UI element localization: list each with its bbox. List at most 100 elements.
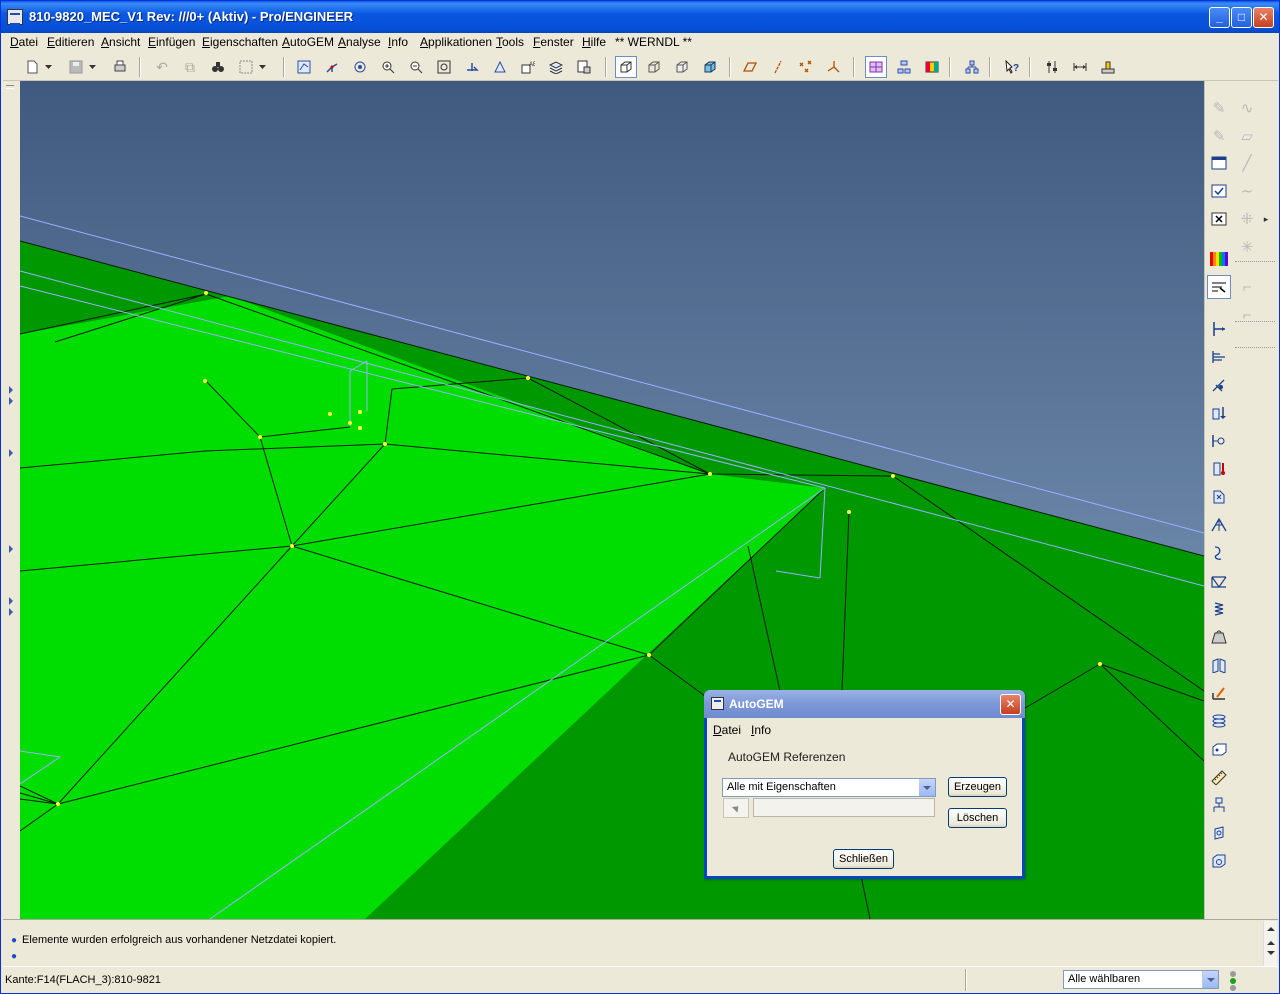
- chevron-down-icon[interactable]: [1202, 971, 1218, 988]
- coordinate-systems-icon[interactable]: [823, 56, 845, 78]
- menu-ansicht[interactable]: Ansicht: [101, 35, 140, 49]
- app-icon[interactable]: [7, 9, 23, 25]
- menu-applikationen[interactable]: Applikationen: [420, 35, 492, 49]
- mesh-model-canvas[interactable]: [20, 81, 1204, 919]
- zoom-out-icon[interactable]: [405, 56, 427, 78]
- wireframe-icon[interactable]: [615, 56, 637, 78]
- menu-werndl[interactable]: ** WERNDL **: [615, 35, 692, 49]
- measure-distance-icon[interactable]: [1069, 56, 1091, 78]
- trim-icon[interactable]: ⌐: [1235, 275, 1259, 299]
- truss-icon[interactable]: [1207, 569, 1231, 593]
- measure-icon[interactable]: [1207, 317, 1231, 341]
- zoom-in-icon[interactable]: [377, 56, 399, 78]
- coordinate-system-icon[interactable]: [1207, 345, 1231, 369]
- model-tree-icon[interactable]: [961, 56, 983, 78]
- expand-arrow-icon[interactable]: [9, 608, 13, 616]
- dialog-menu-info[interactable]: Info: [751, 723, 771, 737]
- close-button[interactable]: ✕: [1253, 7, 1274, 28]
- reference-type-select[interactable]: Alle mit Eigenschaften: [722, 778, 936, 797]
- accept-window-icon[interactable]: [1207, 179, 1231, 203]
- material-assign-icon[interactable]: [1207, 737, 1231, 761]
- surface-region-icon[interactable]: ▱: [1235, 124, 1259, 148]
- title-bar[interactable]: 810-9820_MEC_V1 Rev: ///0+ (Aktiv) - Pro…: [1, 1, 1279, 33]
- rigid-link-icon[interactable]: [1207, 653, 1231, 677]
- flyout-arrow-icon[interactable]: ▸: [1259, 207, 1273, 231]
- datum-points-icon[interactable]: [795, 56, 817, 78]
- mass-icon[interactable]: [1207, 625, 1231, 649]
- datum-point-icon[interactable]: ✳: [1235, 235, 1259, 259]
- displacement-constraint-icon[interactable]: [1207, 485, 1231, 509]
- expand-arrow-icon[interactable]: [9, 545, 13, 553]
- saved-views-icon[interactable]: [489, 56, 511, 78]
- spline-icon[interactable]: ∼: [1235, 179, 1259, 203]
- cancel-window-icon[interactable]: [1207, 207, 1231, 231]
- dialog-close-button[interactable]: ✕: [1000, 694, 1021, 715]
- check-design-icon[interactable]: [1097, 56, 1119, 78]
- ruler-icon[interactable]: [1207, 765, 1231, 789]
- connection-icon[interactable]: [1207, 793, 1231, 817]
- temperature-load-icon[interactable]: [1207, 457, 1231, 481]
- planar-constraint-icon[interactable]: [1207, 513, 1231, 537]
- shading-icon[interactable]: [699, 56, 721, 78]
- pressure-load-icon[interactable]: [1207, 429, 1231, 453]
- force-load-icon[interactable]: [1207, 401, 1231, 425]
- window-icon[interactable]: [1207, 151, 1231, 175]
- print-icon[interactable]: [109, 56, 131, 78]
- find-icon[interactable]: [207, 56, 229, 78]
- menu-autogem[interactable]: AutoGEM: [282, 35, 334, 49]
- parameters-icon[interactable]: [1041, 56, 1063, 78]
- weighted-link-icon[interactable]: [1207, 681, 1231, 705]
- results-icon[interactable]: [921, 56, 943, 78]
- menu-tools[interactable]: Tools: [496, 35, 524, 49]
- minimize-button[interactable]: _: [1209, 7, 1230, 28]
- maximize-button[interactable]: □: [1231, 7, 1252, 28]
- delete-button[interactable]: Löschen: [948, 808, 1007, 828]
- datum-planes-icon[interactable]: [739, 56, 761, 78]
- menu-datei[interactable]: Datei: [10, 35, 38, 49]
- selection-filter-select[interactable]: Alle wählbaren: [1063, 970, 1219, 989]
- context-help-icon[interactable]: ?: [1001, 56, 1023, 78]
- volume-region-icon[interactable]: [1207, 849, 1231, 873]
- hidden-line-icon[interactable]: [643, 56, 665, 78]
- menu-info[interactable]: Info: [388, 35, 408, 49]
- offset-icon[interactable]: ⌐: [1235, 303, 1259, 327]
- line-icon[interactable]: ╱: [1235, 151, 1259, 175]
- orient-mode-icon[interactable]: [349, 56, 371, 78]
- expand-arrow-icon[interactable]: [9, 397, 13, 405]
- mesh-display-icon[interactable]: [865, 56, 887, 78]
- spring-icon[interactable]: [1207, 597, 1231, 621]
- panel-grip[interactable]: [6, 85, 14, 89]
- reference-field[interactable]: [753, 798, 935, 817]
- expand-arrow-icon[interactable]: [9, 449, 13, 457]
- menu-einfuegen[interactable]: Einfügen: [148, 35, 195, 49]
- layers-icon[interactable]: [545, 56, 567, 78]
- expand-arrow-icon[interactable]: [9, 597, 13, 605]
- expand-arrow-icon[interactable]: [9, 386, 13, 394]
- graphics-viewport[interactable]: [20, 81, 1204, 919]
- beam-icon[interactable]: [1207, 373, 1231, 397]
- bearing-icon[interactable]: [1207, 821, 1231, 845]
- menu-analyse[interactable]: Analyse: [338, 35, 381, 49]
- menu-fenster[interactable]: Fenster: [533, 35, 574, 49]
- edit-definition-icon[interactable]: ✎: [1207, 124, 1231, 148]
- dialog-menu-datei[interactable]: Datei: [713, 723, 741, 737]
- menu-hilfe[interactable]: Hilfe: [582, 35, 606, 49]
- dialog-title-bar[interactable]: AutoGEM ✕: [704, 690, 1025, 718]
- point-pattern-icon[interactable]: ⁜: [1235, 207, 1259, 231]
- select-dropdown-icon[interactable]: [257, 56, 269, 78]
- scroll-up-icon[interactable]: [1267, 941, 1275, 945]
- scroll-up-icon[interactable]: [1267, 927, 1275, 931]
- datum-axes-icon[interactable]: [767, 56, 789, 78]
- save-icon[interactable]: [65, 56, 87, 78]
- highlight-icon[interactable]: [1207, 275, 1231, 299]
- edit-icon[interactable]: ✎: [1207, 96, 1231, 120]
- new-file-icon[interactable]: [21, 56, 43, 78]
- menu-eigenschaften[interactable]: Eigenschaften: [202, 35, 278, 49]
- dialog-close-text-button[interactable]: Schließen: [833, 849, 894, 869]
- fringe-colors-icon[interactable]: [1207, 247, 1231, 271]
- scroll-down-icon[interactable]: [1267, 951, 1275, 955]
- refit-icon[interactable]: [433, 56, 455, 78]
- shell-icon[interactable]: [1207, 541, 1231, 565]
- model-setup-icon[interactable]: [573, 56, 595, 78]
- sketch-curve-icon[interactable]: ∿: [1235, 96, 1259, 120]
